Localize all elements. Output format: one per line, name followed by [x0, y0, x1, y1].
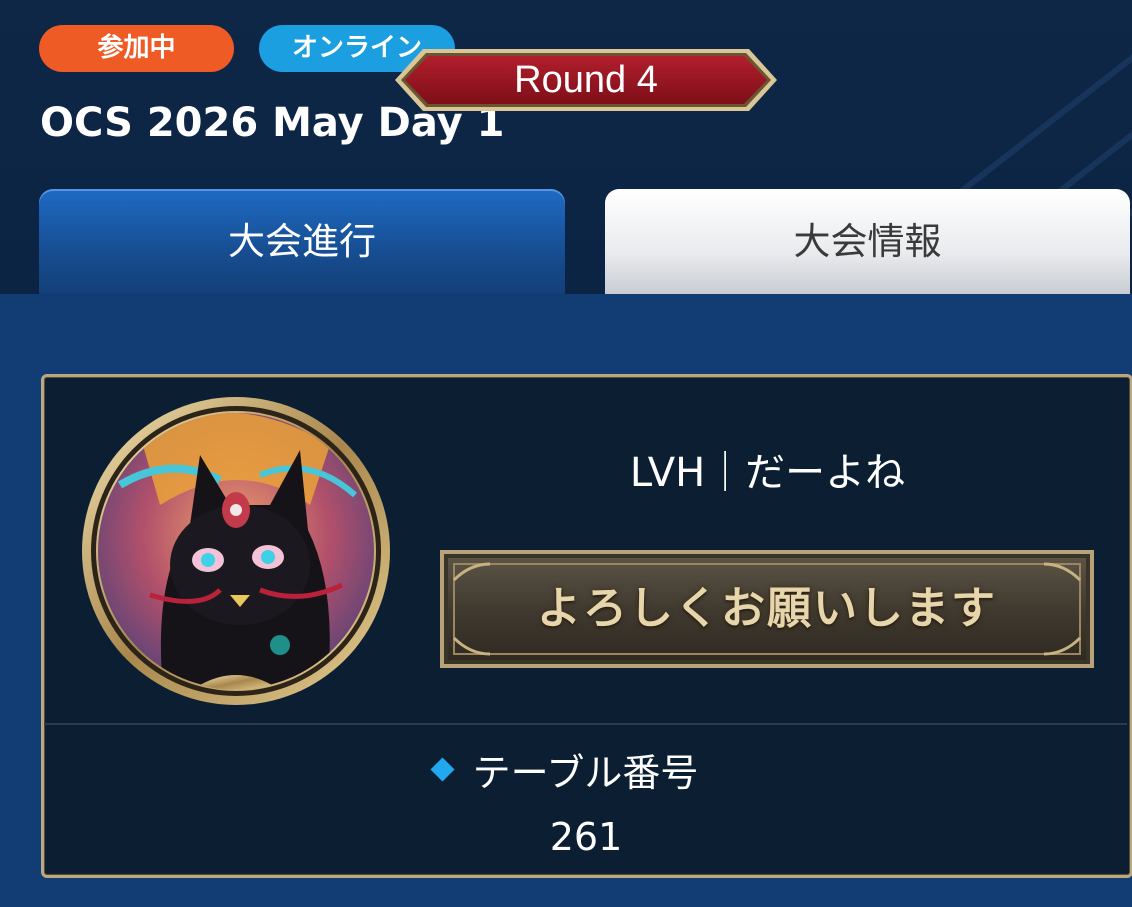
status-badge: 参加中: [39, 25, 234, 72]
table-number: 261: [549, 815, 623, 859]
table-heading: テーブル番号: [0, 742, 1132, 797]
player-name: LVH｜だーよね: [629, 450, 906, 496]
diamond-icon: [430, 757, 455, 782]
greeting-stamp[interactable]: よろしくお願いします: [440, 550, 1094, 668]
black-cat-avatar-icon[interactable]: [80, 395, 392, 707]
header-decor-stripe: [940, 0, 1132, 209]
header: 参加中 オンライン OCS 2026 May Day 1 大会進行 大会情報: [0, 0, 1132, 294]
tab-tournament-progress[interactable]: 大会進行: [39, 189, 565, 294]
divider: [44, 723, 1127, 725]
table-heading-label: テーブル番号: [472, 751, 699, 795]
round-label: Round 4: [514, 59, 658, 101]
tab-tournament-info[interactable]: 大会情報: [605, 189, 1130, 294]
